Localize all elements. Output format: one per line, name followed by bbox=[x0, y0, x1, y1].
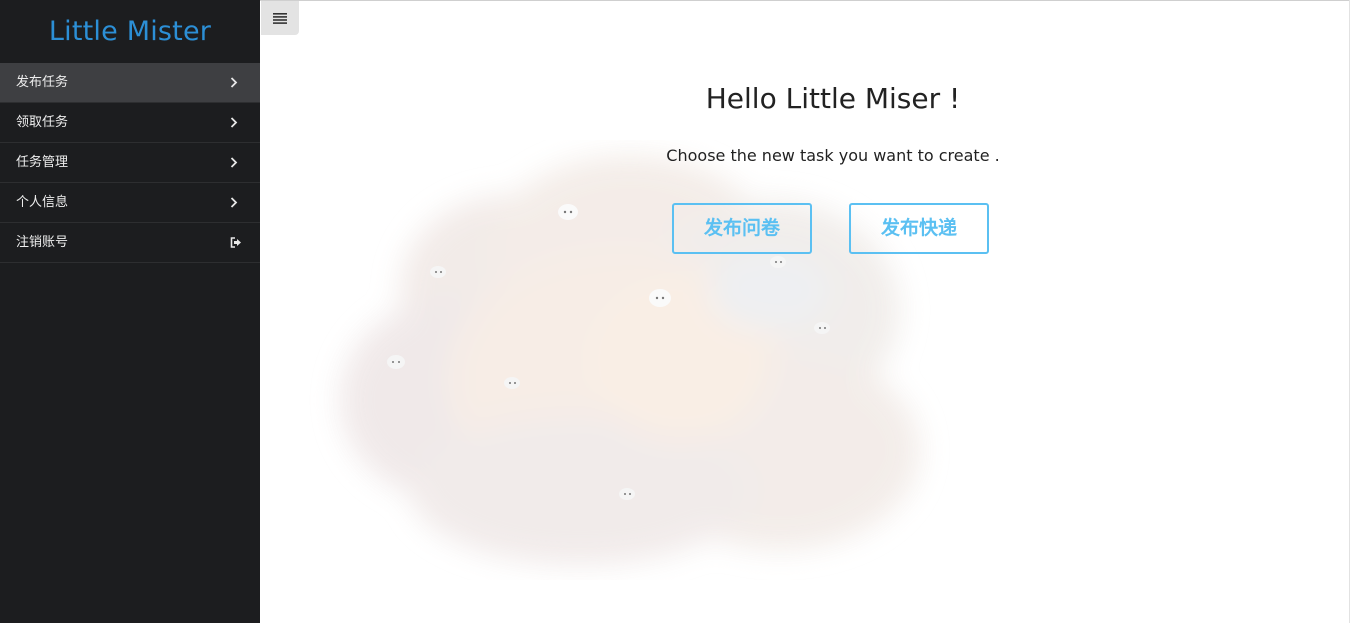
sheep-icon bbox=[430, 266, 446, 278]
chevron-right-icon bbox=[230, 103, 240, 142]
sidebar-item-label: 发布任务 bbox=[16, 75, 69, 90]
sheep-icon bbox=[387, 355, 405, 369]
publish-express-button[interactable]: 发布快递 bbox=[849, 203, 989, 254]
page-title: Hello Little Miser ! bbox=[705, 82, 961, 115]
sidebar-item-personal-info[interactable]: 个人信息 bbox=[0, 183, 260, 223]
sign-out-icon bbox=[230, 223, 242, 262]
sheep-icon bbox=[649, 289, 671, 307]
sheep-icon bbox=[504, 377, 520, 389]
brand-logo[interactable]: Little Mister bbox=[0, 0, 260, 63]
sheep-icon bbox=[619, 488, 635, 500]
publish-survey-button[interactable]: 发布问卷 bbox=[672, 203, 812, 254]
hamburger-menu-icon bbox=[273, 13, 287, 24]
chevron-right-icon bbox=[230, 143, 240, 182]
page-subtitle: Choose the new task you want to create . bbox=[666, 146, 1000, 165]
sidebar: Little Mister 发布任务 领取任务 任务管理 个人信息 注销账号 bbox=[0, 0, 260, 623]
sheep-icon bbox=[770, 256, 786, 268]
top-border bbox=[260, 0, 1350, 1]
chevron-right-icon bbox=[230, 183, 240, 222]
sidebar-item-logout[interactable]: 注销账号 bbox=[0, 223, 260, 263]
sheep-icon bbox=[814, 322, 830, 334]
sidebar-item-label: 注销账号 bbox=[16, 235, 69, 250]
sidebar-item-label: 领取任务 bbox=[16, 115, 69, 130]
sidebar-toggle-button[interactable] bbox=[261, 1, 299, 35]
sidebar-item-label: 个人信息 bbox=[16, 195, 69, 210]
sidebar-item-task-management[interactable]: 任务管理 bbox=[0, 143, 260, 183]
chevron-right-icon bbox=[230, 63, 240, 102]
sidebar-item-claim-task[interactable]: 领取任务 bbox=[0, 103, 260, 143]
sidebar-item-publish-task[interactable]: 发布任务 bbox=[0, 63, 260, 103]
sidebar-menu: 发布任务 领取任务 任务管理 个人信息 注销账号 bbox=[0, 63, 260, 263]
sidebar-item-label: 任务管理 bbox=[16, 155, 69, 170]
sheep-icon bbox=[558, 204, 578, 220]
